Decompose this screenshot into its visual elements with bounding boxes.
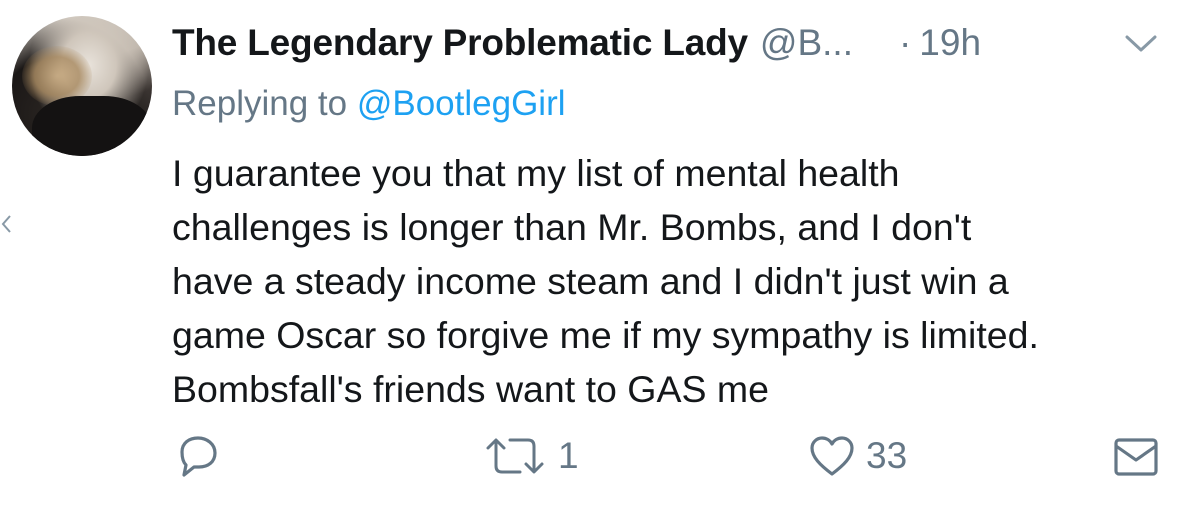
tweet: The Legendary Problematic Lady @B... · 1… [0, 0, 1200, 508]
replying-to: Replying to @BootlegGirl [172, 84, 566, 124]
timestamp[interactable]: 19h [919, 22, 981, 64]
reply-icon [172, 430, 224, 482]
avatar-body [32, 96, 152, 156]
reply-button[interactable] [172, 430, 224, 482]
like-button[interactable]: 33 [806, 430, 907, 482]
retweet-icon [480, 430, 550, 482]
avatar[interactable] [12, 16, 152, 156]
heart-icon [806, 430, 858, 482]
separator-dot: · [898, 22, 912, 63]
envelope-icon [1110, 430, 1162, 482]
retweet-button[interactable]: 1 [480, 430, 579, 482]
tweet-text: I guarantee you that my list of mental h… [172, 152, 1039, 410]
tweet-header: The Legendary Problematic Lady @B... · 1… [172, 22, 1182, 72]
back-chevron-icon[interactable] [0, 212, 14, 236]
replying-prefix: Replying to [172, 84, 357, 123]
chevron-down-icon[interactable] [1124, 33, 1158, 55]
author-name[interactable]: The Legendary Problematic Lady [172, 22, 748, 64]
replying-mention-link[interactable]: @BootlegGirl [357, 84, 566, 123]
message-button[interactable] [1110, 430, 1162, 482]
retweet-count: 1 [558, 435, 579, 476]
action-bar: 1 33 [0, 430, 1200, 490]
like-count: 33 [866, 435, 908, 476]
author-handle[interactable]: @B... [760, 22, 853, 64]
